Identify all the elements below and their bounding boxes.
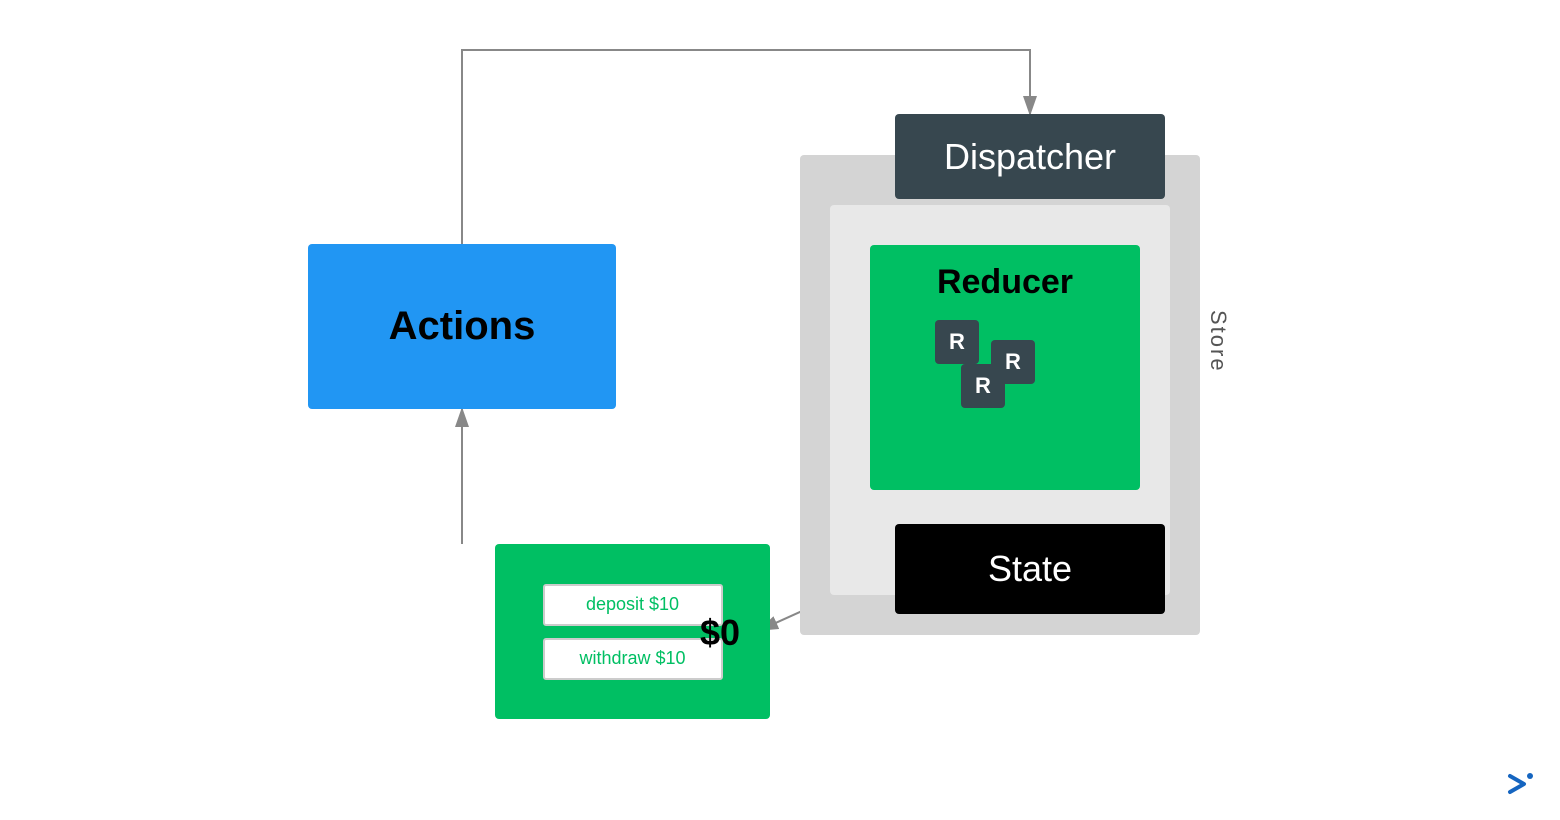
arrows-overlay [0, 0, 1560, 820]
store-label: Store [1205, 310, 1231, 373]
state-box: State [895, 524, 1165, 614]
deposit-button[interactable]: deposit $10 [543, 584, 723, 626]
withdraw-button[interactable]: withdraw $10 [543, 638, 723, 680]
dispatcher-box: Dispatcher [895, 114, 1165, 199]
actions-box: Actions [308, 244, 616, 409]
reducer-box: Reducer R R R [870, 245, 1140, 490]
reducer-chips: R R R [925, 320, 1085, 410]
r-chip-1: R [935, 320, 979, 364]
r-chip-3: R [961, 364, 1005, 408]
logo-icon [1500, 766, 1536, 802]
reducer-label: Reducer [937, 263, 1073, 302]
value-label: $0 [700, 612, 740, 654]
